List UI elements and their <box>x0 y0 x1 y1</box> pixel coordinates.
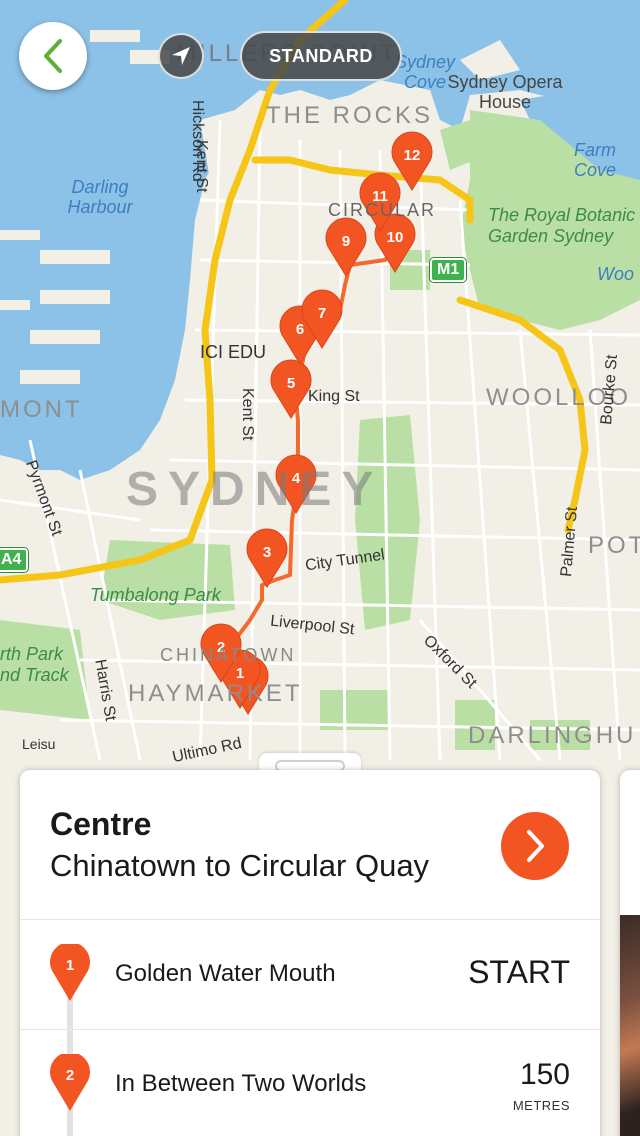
stop-name: In Between Two Worlds <box>115 1070 367 1097</box>
chevron-right-icon <box>527 830 544 862</box>
map-pin-icon: 1 <box>50 944 90 1001</box>
route-marker-number: 9 <box>342 233 350 250</box>
stop-distance: START <box>468 954 570 990</box>
location-arrow-icon <box>172 47 190 65</box>
map-label-track: nd Track <box>0 665 69 685</box>
route-header: Centre Chinatown to Circular Quay <box>20 770 600 920</box>
route-subtitle: Chinatown to Circular Quay <box>50 848 430 883</box>
map-label-darlinghurst: DARLINGHU <box>468 722 637 749</box>
map-label-royal-botanic: The Royal Botanic Garden Sydney <box>488 205 636 246</box>
next-card-peek[interactable] <box>620 770 640 1136</box>
back-button[interactable] <box>19 22 87 90</box>
map-label-leisure: Leisu <box>22 736 56 752</box>
map-label-ici-edu: ICI EDU <box>200 342 267 362</box>
map-label-tumbalong: Tumbalong Park <box>90 585 221 605</box>
map-label-the-rocks: THE ROCKS <box>266 102 434 129</box>
map-style-button[interactable]: STANDARD <box>240 31 402 81</box>
stop-distance-unit: METRES <box>512 1098 570 1113</box>
chevron-left-icon <box>44 39 62 73</box>
map-label-hickson-rd: Hickson Rd <box>189 100 206 182</box>
stop-name: Golden Water Mouth <box>115 960 336 987</box>
map-label-sydney: SYDNEY <box>126 463 384 516</box>
stop-pin-number: 2 <box>66 1067 74 1084</box>
map-label-haymarket: HAYMARKET <box>128 680 303 707</box>
route-marker-number: 3 <box>263 544 271 561</box>
map-label-opera-house: Sydney Opera House <box>447 72 563 112</box>
next-route-button[interactable] <box>501 812 569 880</box>
map-label-kent-st-south: Kent St <box>239 388 256 441</box>
route-marker-number: 6 <box>296 321 304 338</box>
map-label-darling-harbour: Darling Harbour <box>67 177 133 217</box>
map-label-north-park: rth Park <box>0 644 64 664</box>
stop-row-2[interactable]: 2 In Between Two Worlds 150 METRES <box>20 1030 600 1136</box>
map-label-circular: CIRCULAR <box>328 200 437 220</box>
m1-shield: M1 <box>430 258 467 282</box>
map-label-farm-cove: Farm Cove <box>573 140 617 180</box>
route-marker-number: 10 <box>387 229 404 246</box>
a4-shield: A4 <box>0 548 29 572</box>
stop-pin-number: 1 <box>66 957 74 974</box>
route-marker-number: 12 <box>404 147 421 164</box>
stop-row-1[interactable]: 1 Golden Water Mouth START <box>20 920 600 1030</box>
route-title: Centre <box>50 806 152 842</box>
route-card: Centre Chinatown to Circular Quay 1 Gold… <box>20 770 600 1136</box>
map-label-woo: Woo <box>597 264 635 284</box>
map-label-chinatown: CHINATOWN <box>160 645 297 665</box>
stop-photo <box>620 915 640 1136</box>
map-label-pyrmont: MONT <box>0 396 83 423</box>
route-marker-number: 7 <box>318 305 326 322</box>
map-label-king-st: King St <box>308 388 360 405</box>
map-label-potts: POT <box>588 532 640 559</box>
map-pin-icon: 2 <box>50 1054 90 1111</box>
route-marker-number: 5 <box>287 375 295 392</box>
stop-distance: 150 <box>519 1058 570 1091</box>
locate-button[interactable] <box>158 33 204 79</box>
